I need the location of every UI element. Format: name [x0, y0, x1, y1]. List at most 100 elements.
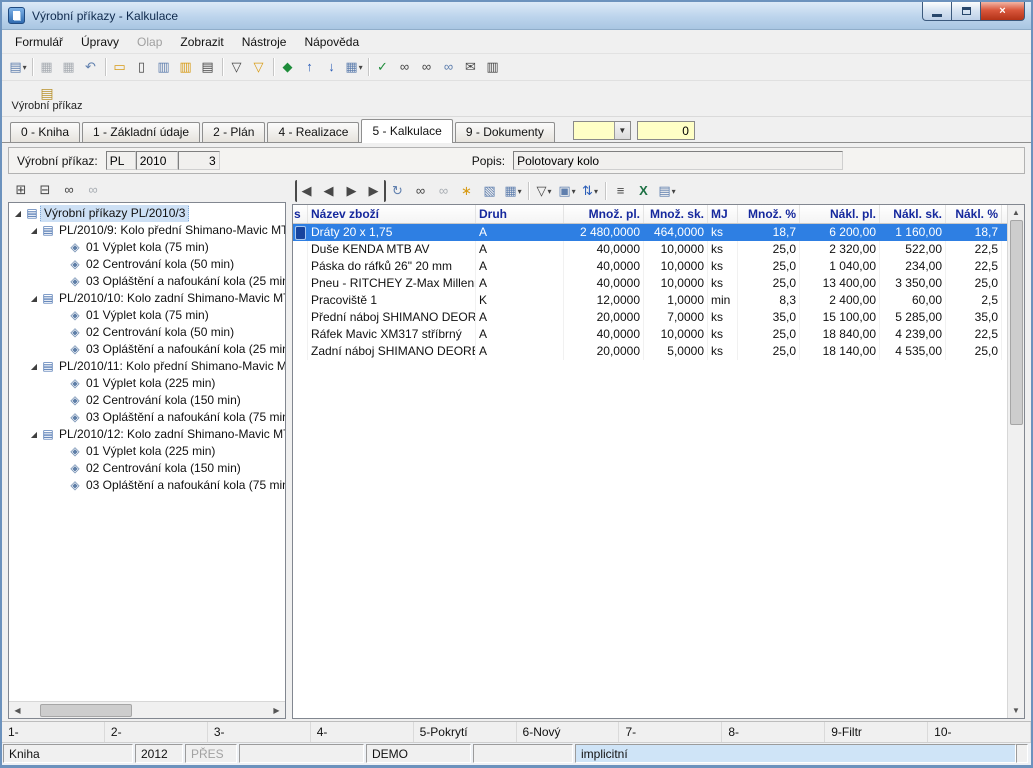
- nav-first-icon[interactable]: ◀: [295, 180, 317, 202]
- mail-icon[interactable]: ✉: [460, 56, 482, 78]
- menu-napoveda[interactable]: Nápověda: [295, 32, 368, 52]
- col-header-nakl-sk[interactable]: Nákl. sk.: [880, 205, 946, 223]
- col-header-mj[interactable]: MJ: [708, 205, 738, 223]
- table-row[interactable]: Přední náboj SHIMANO DEORE XT... A 20,00…: [293, 309, 1007, 326]
- col-header-s[interactable]: s: [293, 205, 308, 223]
- menu-olap[interactable]: Olap: [128, 32, 171, 52]
- expander-icon[interactable]: ◢: [28, 358, 40, 375]
- tree-item[interactable]: ◈ 02 Centrování kola (150 min): [9, 392, 285, 409]
- view-dropdown-icon[interactable]: ▦▾: [502, 180, 524, 202]
- save-icon[interactable]: ▦: [36, 56, 58, 78]
- row-selector-cell[interactable]: [293, 258, 308, 275]
- find-icon[interactable]: ∞: [394, 56, 416, 78]
- undo-icon[interactable]: ↶: [80, 56, 102, 78]
- tree-item[interactable]: ◢ ▤ Výrobní příkazy PL/2010/3: [9, 205, 285, 222]
- tree-item[interactable]: ◈ 01 Výplet kola (75 min): [9, 239, 285, 256]
- tree-item[interactable]: ◈ 02 Centrování kola (50 min): [9, 324, 285, 341]
- chevron-down-icon[interactable]: ▼: [614, 122, 630, 139]
- fkey-button[interactable]: 8-: [722, 722, 825, 742]
- apply-icon[interactable]: ✓: [372, 56, 394, 78]
- table-row[interactable]: Páska do ráfků 26" 20 mm A 40,0000 10,00…: [293, 258, 1007, 275]
- fkey-button[interactable]: 7-: [619, 722, 722, 742]
- row-selector-cell[interactable]: [293, 292, 308, 309]
- hscroll-track[interactable]: [26, 703, 268, 718]
- tab-realizace[interactable]: 4 - Realizace: [267, 122, 359, 142]
- find-next-icon[interactable]: ∞: [416, 56, 438, 78]
- book-combo[interactable]: ▼: [573, 121, 631, 140]
- list-icon[interactable]: ≡: [610, 180, 632, 202]
- fkey-button[interactable]: 2-: [105, 722, 208, 742]
- refresh-grid-icon[interactable]: ↻: [387, 180, 409, 202]
- tree-item[interactable]: ◈ 03 Opláštění a nafoukání kola (75 min): [9, 409, 285, 426]
- scroll-right-icon[interactable]: ▶: [268, 703, 285, 718]
- tree-item[interactable]: ◢ ▤ PL/2010/10: Kolo zadní Shimano-Mavic…: [9, 290, 285, 307]
- new-document-icon[interactable]: ▯: [131, 56, 153, 78]
- collapse-all-icon[interactable]: ⊟: [34, 179, 56, 201]
- table-row[interactable]: Pneu - RITCHEY Z-Max Millennium... A 40,…: [293, 275, 1007, 292]
- table-row[interactable]: Pracoviště 1 K 12,0000 1,0000 min 8,3 2 …: [293, 292, 1007, 309]
- fkey-button[interactable]: 4-: [311, 722, 414, 742]
- open-icon[interactable]: ▭: [109, 56, 131, 78]
- menu-nastroje[interactable]: Nástroje: [233, 32, 296, 52]
- row-selector-cell[interactable]: [293, 309, 308, 326]
- window-dropdown-icon[interactable]: ▣▾: [556, 180, 578, 202]
- minimize-button[interactable]: [922, 2, 952, 21]
- popis-field[interactable]: [513, 151, 843, 170]
- scroll-down-icon[interactable]: ▼: [1009, 703, 1024, 718]
- tree-item[interactable]: ◢ ▤ PL/2010/9: Kolo přední Shimano-Mavic…: [9, 222, 285, 239]
- tab-dokumenty[interactable]: 9 - Dokumenty: [455, 122, 555, 142]
- nav-last-icon[interactable]: ▶: [364, 180, 386, 202]
- col-header-nakl-pct[interactable]: Nákl. %: [946, 205, 1002, 223]
- row-selector-cell[interactable]: [293, 343, 308, 360]
- print-preview-icon[interactable]: ▥: [482, 56, 504, 78]
- tree-item[interactable]: ◈ 01 Výplet kola (75 min): [9, 307, 285, 324]
- tree-item[interactable]: ◢ ▤ PL/2010/11: Kolo přední Shimano-Mavi…: [9, 358, 285, 375]
- scroll-left-icon[interactable]: ◀: [9, 703, 26, 718]
- record-count-field[interactable]: [637, 121, 695, 140]
- col-header-mnoz-pct[interactable]: Množ. %: [738, 205, 800, 223]
- expander-icon[interactable]: ◢: [28, 426, 40, 443]
- fkey-button[interactable]: 9-Filtr: [825, 722, 928, 742]
- order-number-field[interactable]: [178, 151, 220, 170]
- tab-zakladni-udaje[interactable]: 1 - Základní údaje: [82, 122, 200, 142]
- move-down-icon[interactable]: ↓: [321, 56, 343, 78]
- vscroll-thumb[interactable]: [1010, 220, 1023, 425]
- tab-kalkulace[interactable]: 5 - Kalkulace: [361, 119, 452, 143]
- maximize-button[interactable]: [952, 2, 980, 21]
- menu-zobrazit[interactable]: Zobrazit: [171, 32, 232, 52]
- col-header-mnoz-pl[interactable]: Množ. pl.: [564, 205, 644, 223]
- tab-kniha[interactable]: 0 - Kniha: [10, 122, 80, 142]
- nav-prev-icon[interactable]: ◀: [318, 180, 340, 202]
- close-button[interactable]: ×: [980, 2, 1025, 21]
- expander-icon[interactable]: ◢: [28, 290, 40, 307]
- table-row[interactable]: Duše KENDA MTB AV A 40,0000 10,0000 ks 2…: [293, 241, 1007, 258]
- excel-export-icon[interactable]: X: [633, 180, 655, 202]
- notebook-icon[interactable]: ▤: [197, 56, 219, 78]
- tree-item[interactable]: ◢ ▤ PL/2010/12: Kolo zadní Shimano-Mavic…: [9, 426, 285, 443]
- expander-icon[interactable]: ◢: [12, 205, 24, 222]
- hscroll-thumb[interactable]: [40, 704, 132, 717]
- nav-next-icon[interactable]: ▶: [341, 180, 363, 202]
- grid-vscrollbar[interactable]: ▲ ▼: [1007, 205, 1024, 718]
- tree-item[interactable]: ◈ 01 Výplet kola (225 min): [9, 375, 285, 392]
- tree-item[interactable]: ◈ 03 Opláštění a nafoukání kola (25 min): [9, 341, 285, 358]
- table-row[interactable]: Zadní náboj SHIMANO DEORE XT ... A 20,00…: [293, 343, 1007, 360]
- fkey-button[interactable]: 3-: [208, 722, 311, 742]
- row-selector-cell[interactable]: [293, 326, 308, 343]
- favorites-icon[interactable]: ∗: [456, 180, 478, 202]
- filter-dropdown-icon[interactable]: ▽▾: [533, 180, 555, 202]
- find-grid-icon[interactable]: ∞: [410, 180, 432, 202]
- find-tree-icon[interactable]: ∞: [58, 179, 80, 201]
- menu-formular[interactable]: Formulář: [6, 32, 72, 52]
- year-field[interactable]: [136, 151, 178, 170]
- vscroll-track[interactable]: [1009, 220, 1024, 703]
- sort-dropdown-icon[interactable]: ⇅▾: [579, 180, 601, 202]
- fkey-button[interactable]: 6-Nový: [517, 722, 620, 742]
- filter-icon[interactable]: ▽: [226, 56, 248, 78]
- tree-item[interactable]: ◈ 02 Centrování kola (150 min): [9, 460, 285, 477]
- fkey-button[interactable]: 10-: [928, 722, 1031, 742]
- move-up-icon[interactable]: ↑: [299, 56, 321, 78]
- row-selector-cell[interactable]: [293, 275, 308, 292]
- copy-row-icon[interactable]: ▧: [479, 180, 501, 202]
- book-field[interactable]: [106, 151, 136, 170]
